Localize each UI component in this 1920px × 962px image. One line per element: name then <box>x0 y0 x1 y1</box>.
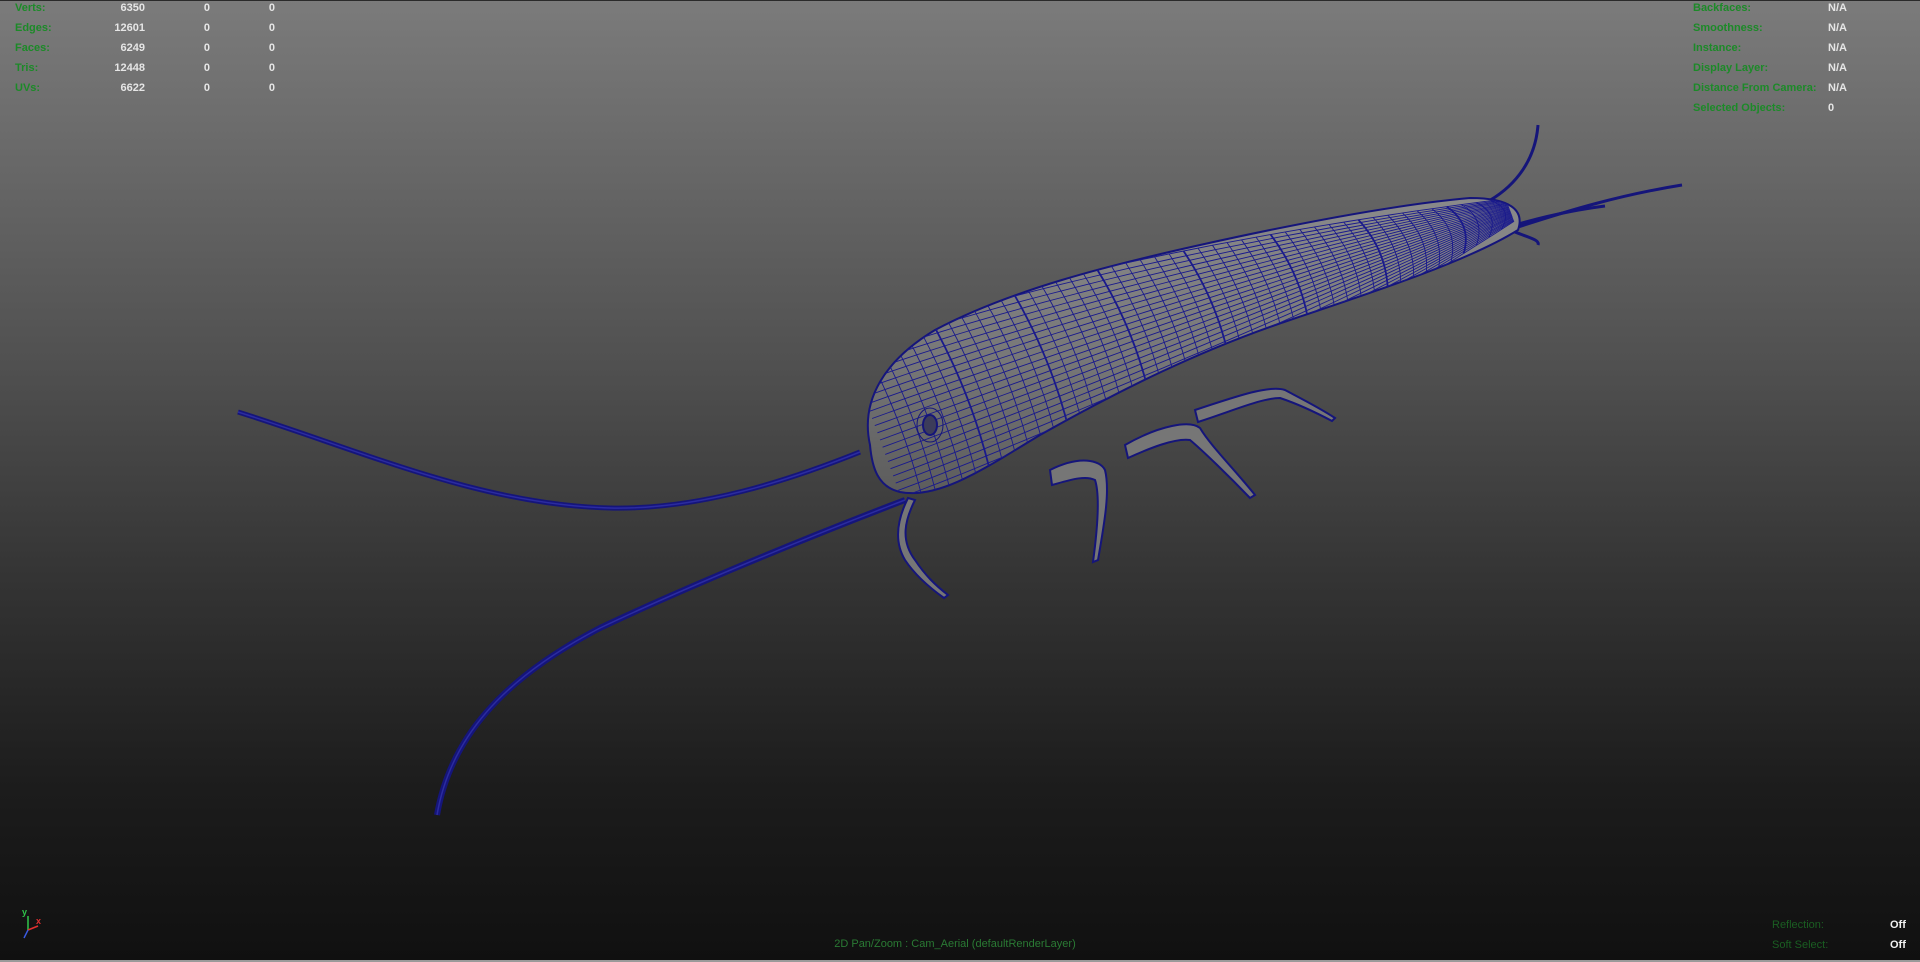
display-layer-label: Display Layer: <box>1693 62 1769 74</box>
hud-row-edges: Edges: 12601 0 0 <box>15 21 275 41</box>
view-axis-icon: y x <box>22 908 41 939</box>
hud-row-uvs: UVs: 6622 0 0 <box>15 81 275 101</box>
soft-select-value: Off <box>1890 939 1906 951</box>
hud-row-verts: Verts: 6350 0 0 <box>15 1 275 21</box>
edges-extra: 0 <box>268 22 275 34</box>
soft-select-label: Soft Select: <box>1772 939 1829 951</box>
faces-label: Faces: <box>15 42 50 54</box>
faces-selected: 0 <box>203 42 210 54</box>
hud-row-selected-objects: Selected Objects: 0 <box>1693 101 1913 121</box>
edges-total: 12601 <box>114 22 145 34</box>
smoothness-label: Smoothness: <box>1693 22 1763 34</box>
x-axis-label: x <box>36 916 41 926</box>
hud-row-soft-select: Soft Select: Off <box>1772 938 1912 958</box>
edges-label: Edges: <box>15 22 52 34</box>
3d-viewport[interactable]: Verts: 6350 0 0 Edges: 12601 0 0 Faces: … <box>0 0 1920 962</box>
antenna-lower <box>434 497 907 816</box>
distance-from-camera-value: N/A <box>1828 82 1847 94</box>
edges-selected: 0 <box>203 22 210 34</box>
tris-label: Tris: <box>15 62 39 74</box>
faces-extra: 0 <box>268 42 275 54</box>
verts-label: Verts: <box>15 2 46 14</box>
silverfish-wireframe-model[interactable] <box>0 0 1920 962</box>
z-axis-line <box>23 929 29 939</box>
distance-from-camera-label: Distance From Camera: <box>1693 82 1817 94</box>
uvs-total: 6622 <box>120 82 145 94</box>
tris-selected: 0 <box>203 62 210 74</box>
tris-extra: 0 <box>268 62 275 74</box>
hud-row-reflection: Reflection: Off <box>1772 918 1912 938</box>
hud-row-instance: Instance: N/A <box>1693 41 1913 61</box>
hud-row-smoothness: Smoothness: N/A <box>1693 21 1913 41</box>
smoothness-value: N/A <box>1828 22 1847 34</box>
camera-name-label: 2D Pan/Zoom : Cam_Aerial (defaultRenderL… <box>834 938 1076 950</box>
uvs-extra: 0 <box>268 82 275 94</box>
faces-total: 6249 <box>120 42 145 54</box>
hud-row-distance-from-camera: Distance From Camera: N/A <box>1693 81 1913 101</box>
reflection-value: Off <box>1890 919 1906 931</box>
uvs-selected: 0 <box>203 82 210 94</box>
selected-objects-value: 0 <box>1828 102 1835 114</box>
hud-row-display-layer: Display Layer: N/A <box>1693 61 1913 81</box>
uvs-label: UVs: <box>15 82 41 94</box>
backfaces-label: Backfaces: <box>1693 2 1752 14</box>
backfaces-value: N/A <box>1828 2 1847 14</box>
verts-total: 6350 <box>120 2 145 14</box>
instance-value: N/A <box>1828 42 1847 54</box>
hud-row-tris: Tris: 12448 0 0 <box>15 61 275 81</box>
hud-row-backfaces: Backfaces: N/A <box>1693 1 1913 21</box>
selected-objects-label: Selected Objects: <box>1693 102 1786 114</box>
y-axis-label: y <box>22 908 27 917</box>
x-axis-line <box>27 925 39 931</box>
hud-row-faces: Faces: 6249 0 0 <box>15 41 275 61</box>
verts-selected: 0 <box>203 2 210 14</box>
instance-label: Instance: <box>1693 42 1742 54</box>
tris-total: 12448 <box>114 62 145 74</box>
antenna-upper <box>237 409 861 511</box>
display-layer-value: N/A <box>1828 62 1847 74</box>
reflection-label: Reflection: <box>1772 919 1824 931</box>
verts-extra: 0 <box>268 2 275 14</box>
